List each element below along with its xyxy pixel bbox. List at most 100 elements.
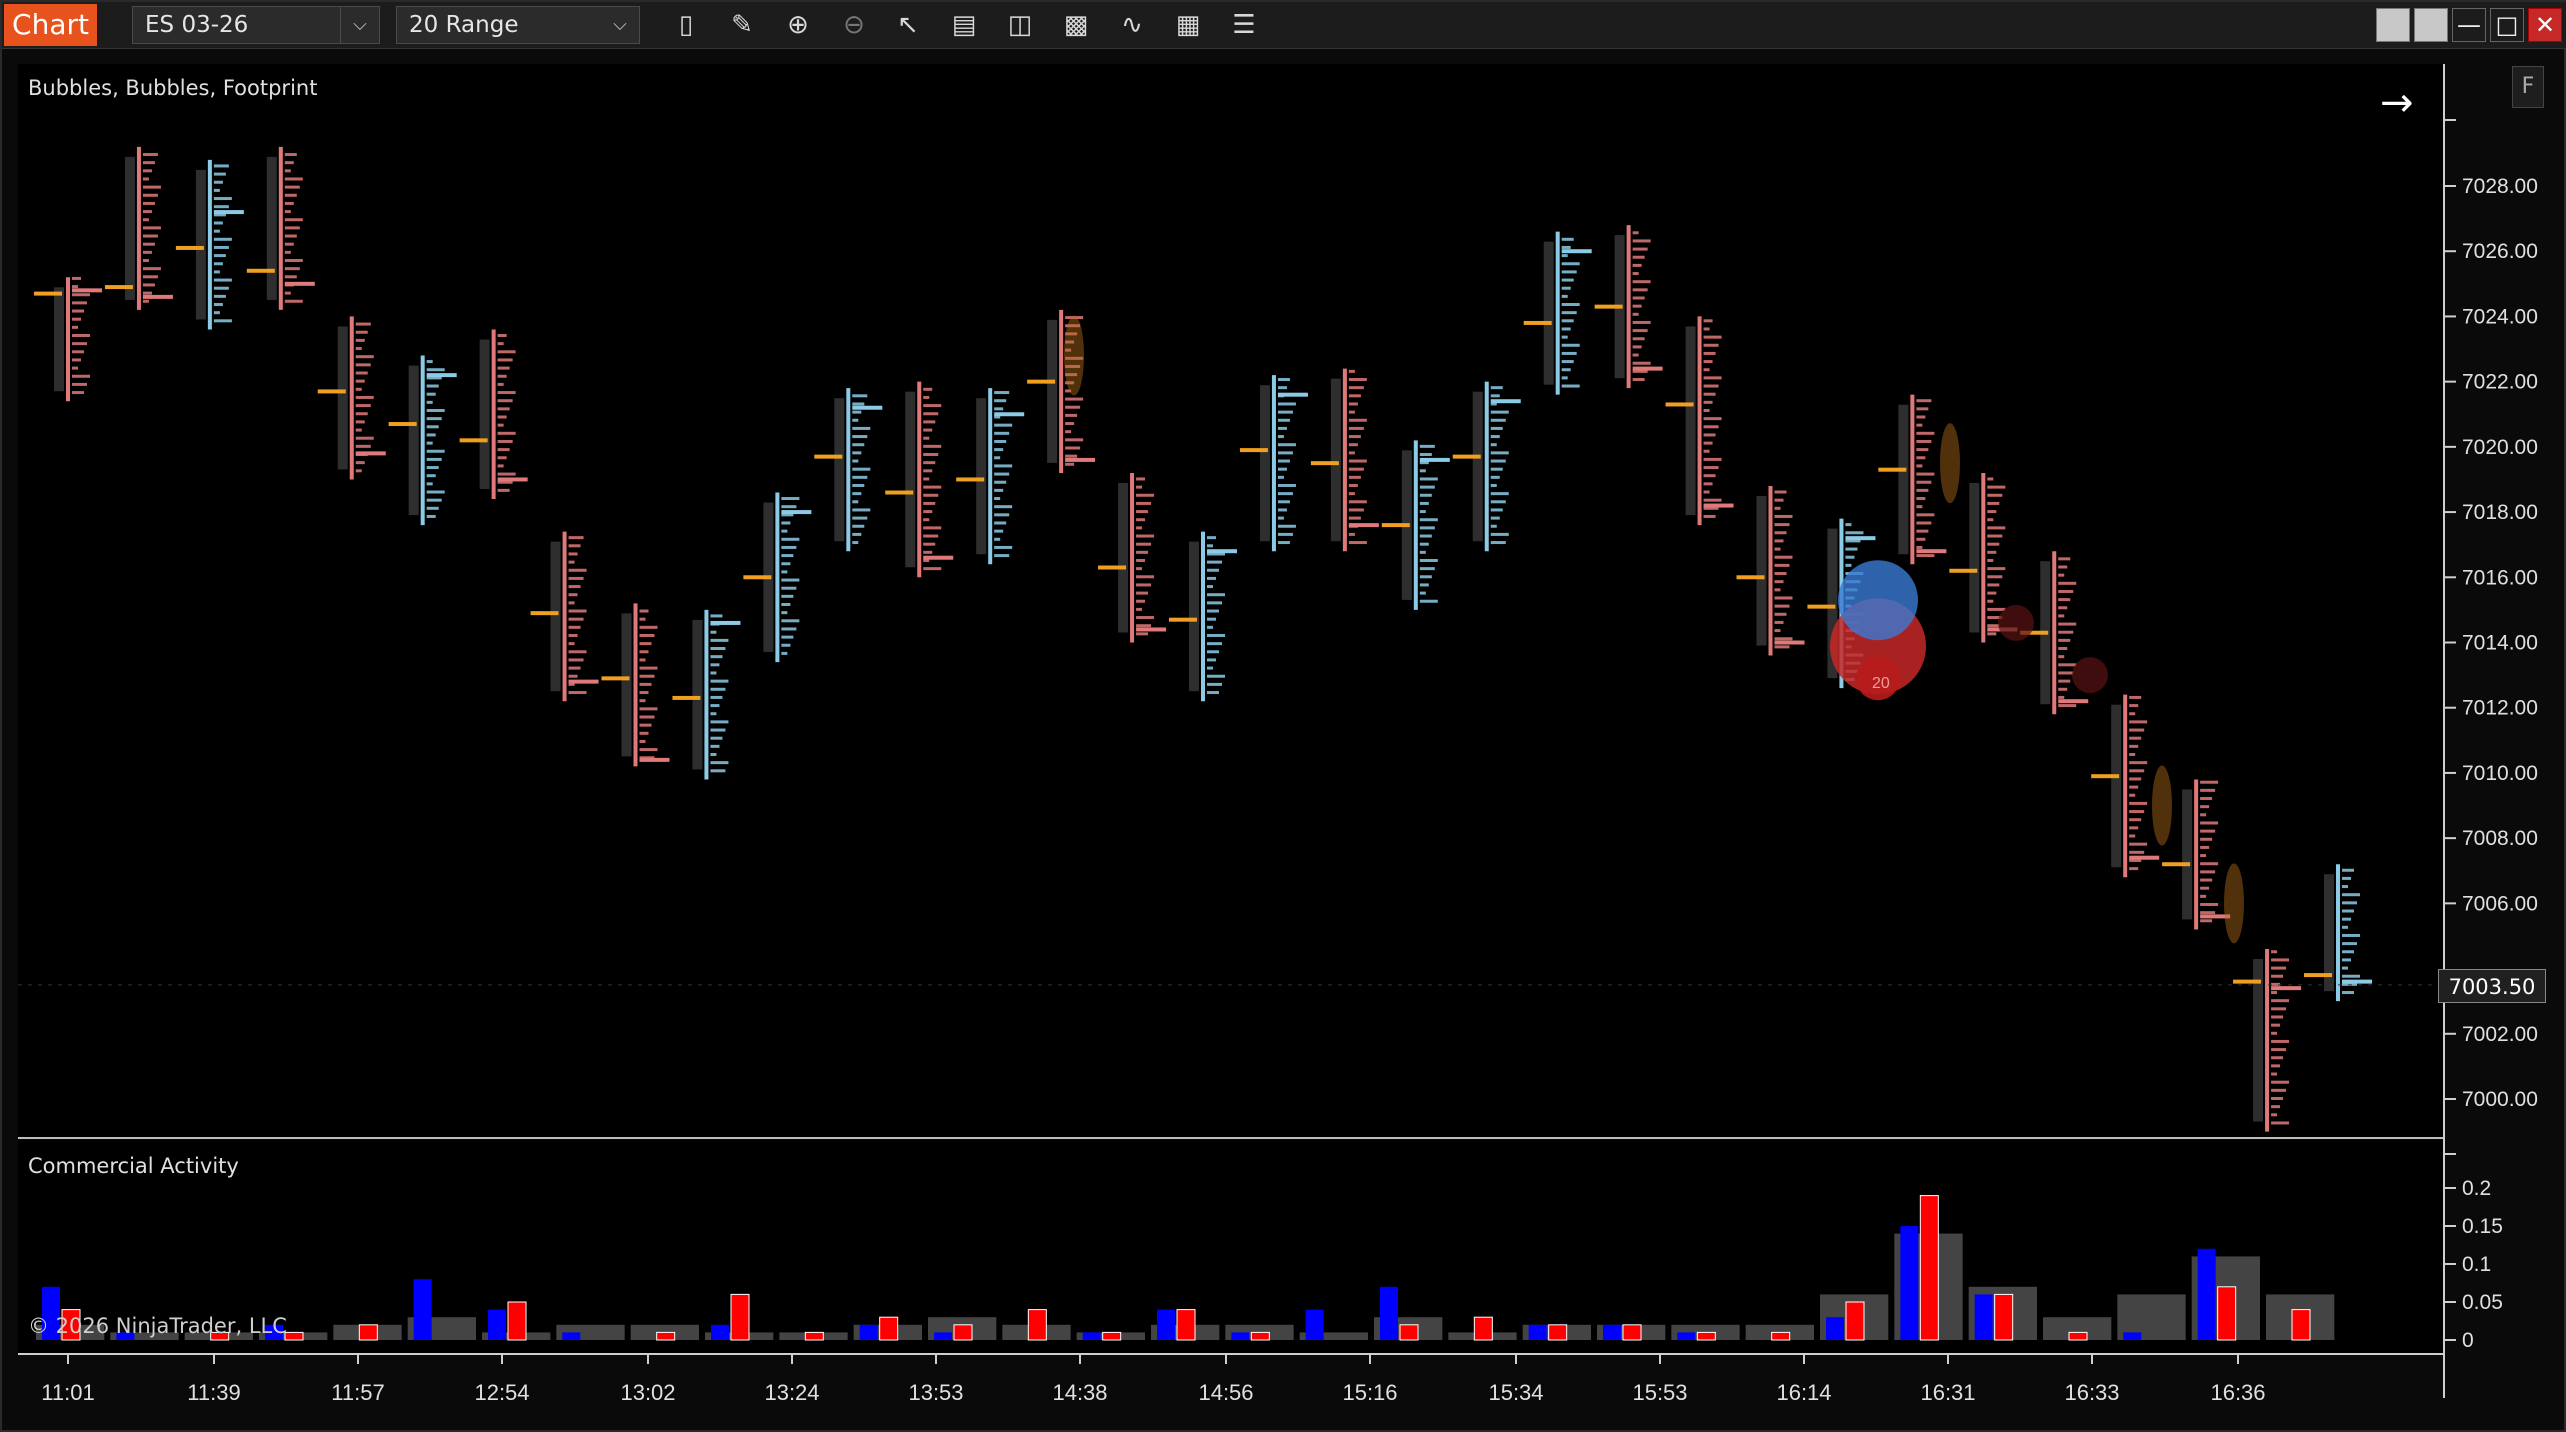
footprint-cell [781,521,791,525]
footprint-cell [2129,867,2139,871]
footprint-cell [355,461,365,465]
footprint-cell [1348,443,1358,447]
activity-blue-bar [1528,1324,1547,1340]
footprint-cell [639,666,658,670]
volume-profile [976,398,987,555]
footprint-cell [284,258,303,262]
y-tick-label: 7020.00 [2462,436,2538,459]
chart-tab[interactable]: Chart [4,4,97,46]
lower-panel-label: Commercial Activity [28,1154,239,1178]
zoom-out-icon[interactable]: ⊖ [836,7,872,43]
chart-canvas[interactable]: 7028.00 7026.00 7024.00 7022.00 7020.00 7018.… [2,48,2564,1432]
footprint-cell [852,475,868,479]
chart-trader-icon[interactable]: ☰ [1226,7,1262,43]
footprint-cell [497,415,507,419]
footprint-cell [1348,492,1355,496]
data-box-icon[interactable]: ▤ [946,7,982,43]
footprint-cell [994,537,1001,541]
footprint-cell [1490,459,1506,463]
footprint-cell [1561,335,1568,339]
footprint-cell [923,444,942,448]
footprint-cell [1136,510,1149,514]
y-tick-label: 7010.00 [2462,762,2538,785]
footprint-cell [781,505,797,509]
chevron-down-icon[interactable]: ⌵ [601,7,639,43]
footprint-cell [1207,658,1216,662]
footprint-cell [1703,319,1713,323]
footprint-cell [2271,1023,2281,1027]
footprint-cell [2058,581,2077,585]
footprint-cell [1774,547,1781,551]
footprint-cell [2129,695,2142,699]
chevron-down-icon[interactable]: ⌵ [340,7,379,43]
footprint-cell [1277,516,1284,520]
maximize-icon[interactable]: □ [2490,8,2524,42]
footprint-cell [2271,974,2284,978]
footprint-cell [2200,886,2210,890]
bar-type-selector[interactable]: 20 Range ⌵ [396,6,640,44]
f-button[interactable]: F [2512,66,2544,108]
activity-blue-bar [1603,1324,1621,1340]
close-mark [426,373,457,378]
draw-tool-icon[interactable]: ✎ [724,7,760,43]
footprint-cell [639,731,649,735]
footprint-cell [1348,378,1367,382]
x-tick-label: 16:31 [1920,1380,1975,1405]
footprint-cell [1561,327,1571,331]
tile-icon[interactable] [2414,8,2448,42]
footprint-cell [426,360,433,364]
footprint-cell [1277,435,1284,439]
footprint-cell [426,498,442,502]
bar-type-icon[interactable]: ▯ [668,7,704,43]
close-mark [497,477,528,482]
footprint-cell [1419,526,1435,530]
footprint-cell [2271,999,2290,1003]
volume-profile [1472,391,1483,542]
footprint-cell [142,267,161,271]
footprint-cell [1277,418,1290,422]
x-tick-label: 13:02 [620,1380,675,1405]
template-icon[interactable]: ▦ [1170,7,1206,43]
footprint-cell [2129,850,2145,854]
instrument-selector[interactable]: ES 03-26 ⌵ [132,6,380,44]
footprint-cell [2271,1007,2287,1011]
footprint-cell [355,379,365,383]
footprint-cell [1065,462,1075,466]
close-mark [1207,549,1237,554]
footprint-cell [2129,810,2145,814]
footprint-cell [1348,410,1355,414]
footprint-cell [142,153,158,157]
footprint-cell [1703,417,1722,421]
footprint-cell [1703,376,1722,380]
strategy-icon[interactable]: ◫ [1002,7,1038,43]
activity-blue-bar [934,1332,952,1340]
footprint-cell [1987,583,2000,587]
arrow-right-icon[interactable]: → [2380,80,2414,126]
footprint-cell [497,431,516,435]
close-mark [923,555,954,560]
footprint-cell [710,712,717,716]
close-icon[interactable]: ✕ [2528,8,2562,42]
x-tick-label: 15:34 [1488,1380,1543,1405]
properties-icon[interactable]: ∿ [1114,7,1150,43]
footprint-cell [1632,345,1642,349]
footprint-cell [852,418,859,422]
zoom-in-icon[interactable]: ⊕ [780,7,816,43]
tile-icon[interactable] [2376,8,2410,42]
indicators-icon[interactable]: ▩ [1058,7,1094,43]
pointer-icon[interactable]: ↖ [890,7,926,43]
footprint-cell [568,642,575,646]
footprint-cell [1774,498,1784,502]
footprint-cell [994,464,1013,468]
footprint-cell [2129,720,2148,724]
footprint-cell [1774,514,1793,518]
footprint-cell [1703,474,1716,478]
footprint-cell [1490,394,1500,398]
footprint-cell [72,309,84,313]
volume-profile [621,613,632,757]
footprint-cell [1774,604,1790,608]
minimize-icon[interactable]: — [2452,8,2486,42]
footprint-cell [72,366,78,370]
footprint-cell [639,707,658,711]
footprint-cell [1561,286,1571,290]
